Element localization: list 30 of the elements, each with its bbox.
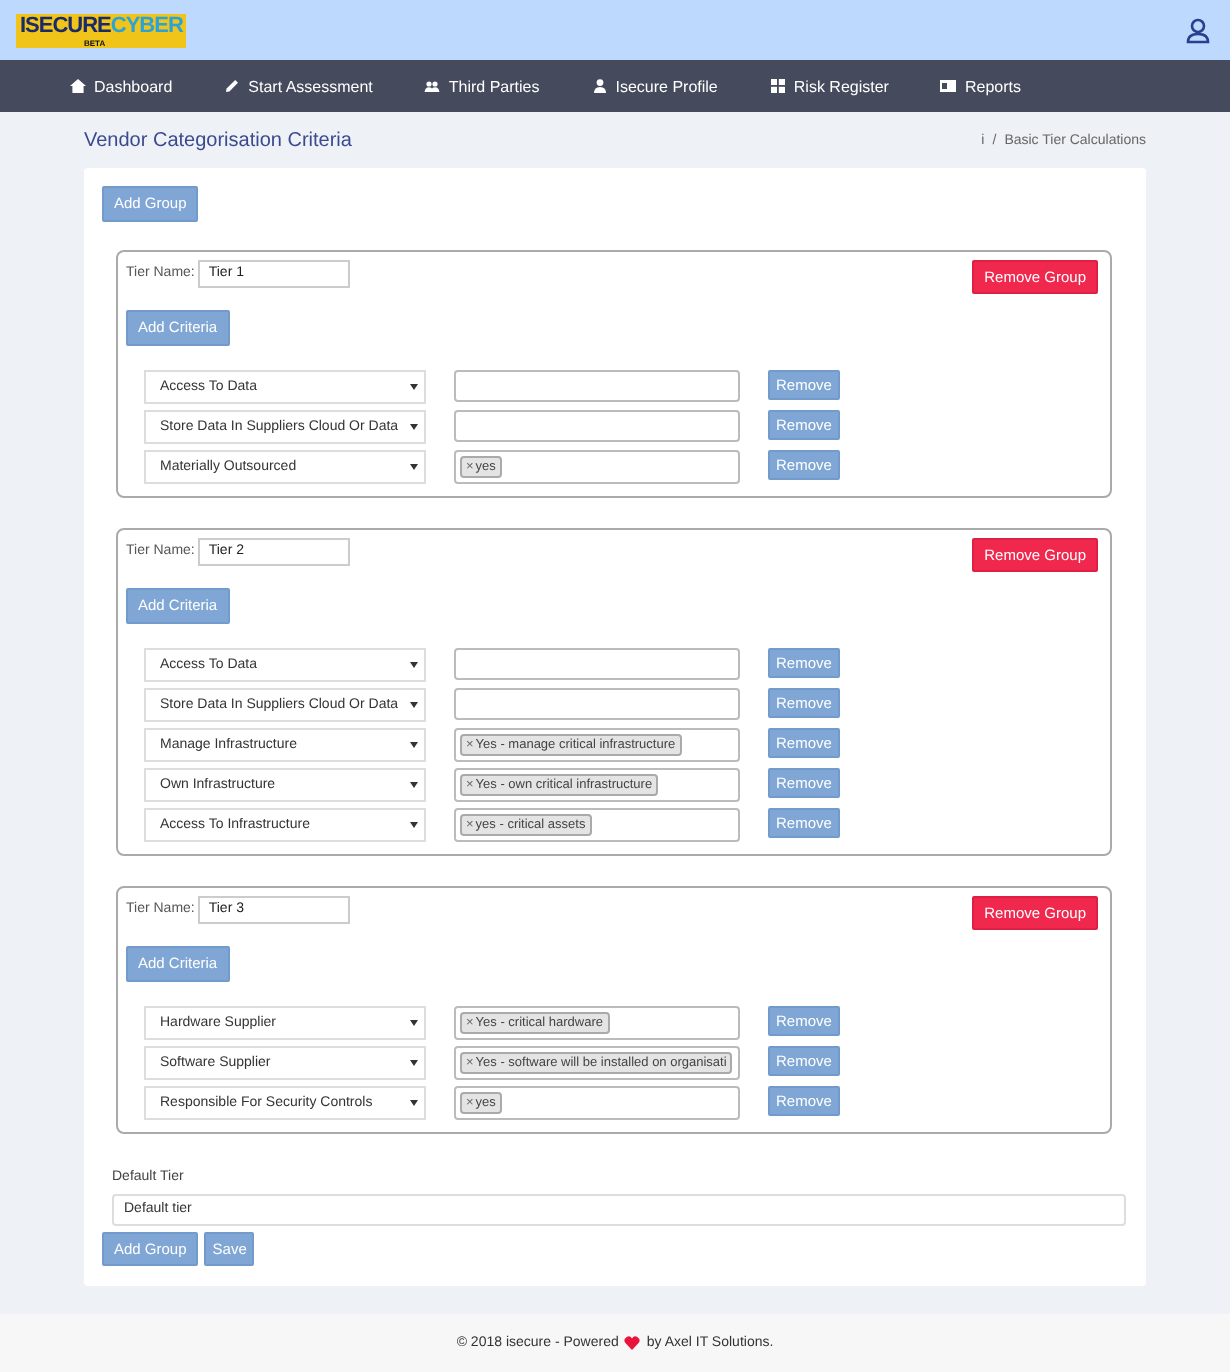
pencil-icon [224, 78, 241, 94]
nav-link[interactable]: Risk Register [769, 77, 889, 95]
home-icon [70, 78, 86, 94]
caret-icon [410, 821, 418, 827]
caret-icon [410, 741, 418, 747]
tag-input-field[interactable] [454, 647, 740, 679]
nav-link[interactable]: Reports [940, 77, 1021, 95]
caret-icon [410, 1099, 418, 1105]
caret-icon [410, 1059, 418, 1065]
caret-icon [410, 423, 418, 429]
page-title: Vendor Categorisation Criteria [84, 129, 352, 151]
nav-link[interactable]: Dashboard [70, 77, 173, 95]
people-icon [424, 78, 441, 94]
caret-icon [410, 383, 418, 389]
grid-icon [769, 78, 786, 94]
nav-link[interactable]: Third Parties [424, 77, 540, 95]
caret-icon [410, 661, 418, 667]
caret-icon [410, 463, 418, 469]
user-icon[interactable] [1186, 17, 1210, 43]
nav-link[interactable]: Start Assessment [224, 77, 373, 95]
card-icon [940, 78, 957, 94]
caret-icon [410, 781, 418, 787]
person-icon [591, 78, 608, 94]
caret-icon [410, 701, 418, 707]
tag-input-field[interactable] [454, 409, 740, 441]
heart-icon [624, 1336, 641, 1350]
tag-input-field[interactable] [454, 687, 740, 719]
nav-link[interactable]: Isecure Profile [591, 77, 718, 95]
caret-icon [410, 1019, 418, 1025]
tag-input-field[interactable] [454, 369, 740, 401]
